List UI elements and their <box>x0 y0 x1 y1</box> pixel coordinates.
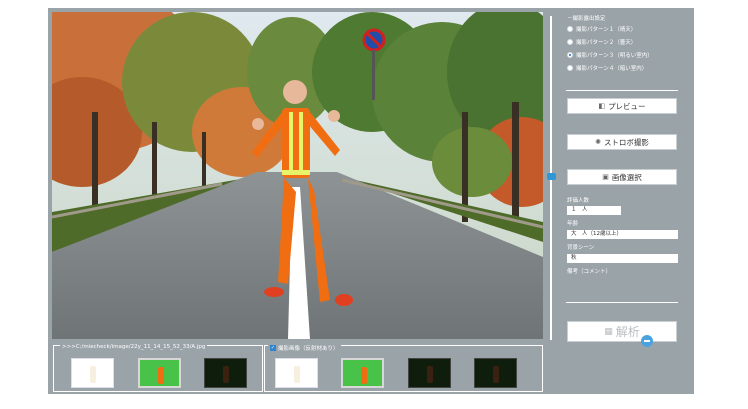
strobe-icon: ✺ <box>595 138 601 146</box>
pattern-4-label: 撮影パターン４（暗い室内） <box>576 66 648 72</box>
reflector-checkbox[interactable]: ✓ 撮影画像（反射材あり） <box>268 344 341 352</box>
image-path: >>>C:/miecheck/image/22y_11_14_15_52_33/… <box>60 344 208 350</box>
image-icon: ▣ <box>602 173 609 181</box>
loading-icon <box>641 335 653 347</box>
thumbnail[interactable] <box>341 358 384 388</box>
pattern-3-label: 撮影パターン３（明るい室内） <box>576 53 653 59</box>
count-field[interactable]: １ 人 <box>567 206 621 215</box>
preview-icon: ◧ <box>598 102 606 110</box>
photo-preview <box>52 12 543 339</box>
count-label: 評価人数 <box>567 198 590 204</box>
pattern-1-radio[interactable]: 撮影パターン１（晴天） <box>567 25 636 33</box>
splitter-handle[interactable] <box>547 173 556 180</box>
radio-icon <box>567 26 573 32</box>
thumbnail[interactable] <box>275 358 318 388</box>
calculator-icon: ▦ <box>604 326 613 337</box>
pattern-2-label: 撮影パターン２（曇天） <box>576 40 637 46</box>
analyze-button[interactable]: ▦ 解析 <box>567 321 677 342</box>
thumbnail[interactable] <box>408 358 451 388</box>
thumbnail[interactable] <box>204 358 247 388</box>
checkbox-checked-icon: ✓ <box>270 345 276 351</box>
pattern-4-radio[interactable]: 撮影パターン４（暗い室内） <box>567 64 647 72</box>
pattern-3-radio[interactable]: 撮影パターン３（明るい室内） <box>567 51 653 59</box>
exposure-settings-title: －撮影露出設定 <box>567 16 606 22</box>
select-image-button[interactable]: ▣ 画像選択 <box>567 169 677 185</box>
scene-label: 背景シーン <box>567 245 595 251</box>
divider <box>566 90 678 91</box>
autumn-road-photo <box>52 12 543 339</box>
age-select[interactable]: 大 人（12歳以上） <box>567 230 678 239</box>
thumbnail[interactable] <box>71 358 114 388</box>
thumbnail[interactable] <box>138 358 181 388</box>
divider <box>566 302 678 303</box>
pattern-2-radio[interactable]: 撮影パターン２（曇天） <box>567 38 636 46</box>
pattern-1-label: 撮影パターン１（晴天） <box>576 27 637 33</box>
scene-select[interactable]: 秋 <box>567 254 678 263</box>
thumbnail[interactable] <box>474 358 517 388</box>
strobe-button[interactable]: ✺ ストロボ撮影 <box>567 134 677 150</box>
radio-icon <box>567 39 573 45</box>
preview-button[interactable]: ◧ プレビュー <box>567 98 677 114</box>
radio-selected-icon <box>567 52 573 58</box>
radio-icon <box>567 65 573 71</box>
age-label: 年齢 <box>567 221 579 227</box>
note-label: 備考（コメント） <box>567 269 612 275</box>
